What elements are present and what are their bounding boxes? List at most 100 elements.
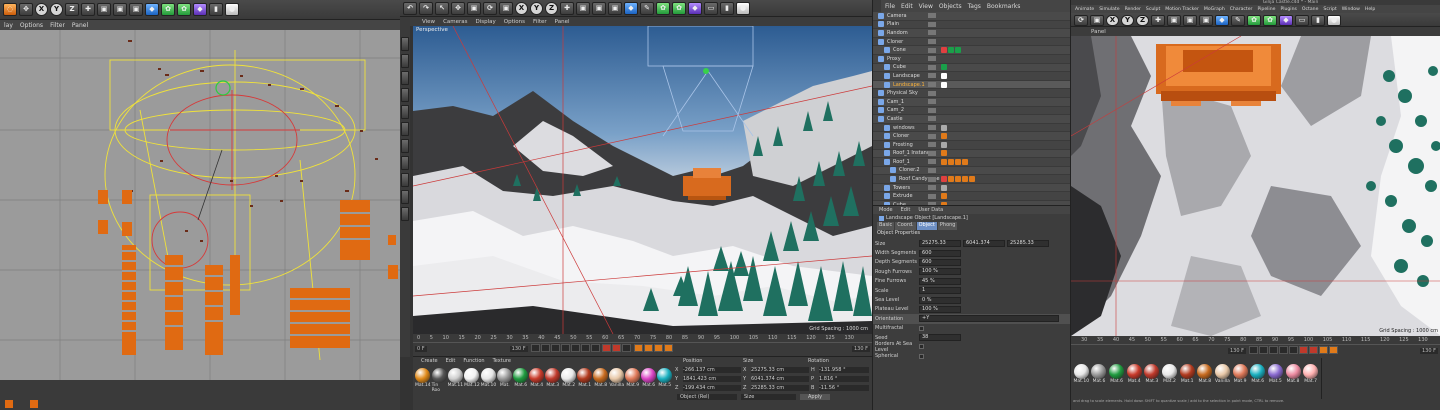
z-axis-button[interactable]: Z <box>1136 14 1149 26</box>
attribute-field[interactable]: 600 <box>919 249 961 257</box>
menu-item[interactable]: MoGraph <box>1204 7 1225 12</box>
z-axis-button[interactable]: Z <box>65 2 79 16</box>
material-tag-icon[interactable] <box>941 133 947 140</box>
material-tag-icon[interactable] <box>941 72 947 79</box>
lock-workplane-icon[interactable] <box>401 207 409 221</box>
material-swatch[interactable]: Mat.2 <box>1161 364 1178 393</box>
attribute-field[interactable]: 45 % <box>919 277 961 285</box>
render-view-icon[interactable]: ▣ <box>576 1 590 15</box>
material-swatch[interactable]: Mat.4 <box>529 368 545 393</box>
visibility-dots-icon[interactable] <box>928 193 936 199</box>
render-settings-icon[interactable]: ▣ <box>129 2 143 16</box>
x-axis-button[interactable]: X <box>1106 14 1119 26</box>
move-tool-icon[interactable]: ✥ <box>19 2 33 16</box>
visibility-dots-icon[interactable] <box>928 142 936 148</box>
attribute-field[interactable]: 100 % <box>919 305 961 313</box>
material-swatch[interactable]: Mat.4 <box>1126 364 1143 393</box>
coord-field[interactable]: -266.137 cm <box>683 366 741 373</box>
coord-apply-button[interactable]: Apply <box>800 394 831 400</box>
key-scale-button[interactable] <box>1329 346 1339 354</box>
attribute-checkbox[interactable] <box>919 344 924 350</box>
visibility-dots-icon[interactable] <box>928 116 936 122</box>
mat-menu-function[interactable]: Function <box>463 358 484 364</box>
attribute-field[interactable]: 0 % <box>919 296 961 304</box>
menu-item[interactable]: Help <box>1365 7 1375 12</box>
menu-item[interactable]: Panel <box>72 22 88 29</box>
material-tag-icon[interactable] <box>948 158 954 165</box>
menu-item[interactable]: Sculpt <box>1146 7 1160 12</box>
deformer-icon[interactable]: ✿ <box>161 2 175 16</box>
prev-key-button[interactable] <box>540 344 550 352</box>
redo-icon[interactable]: ↷ <box>419 1 433 15</box>
menu-item[interactable]: lay <box>4 22 13 29</box>
mat-menu-edit[interactable]: Edit <box>446 358 456 364</box>
coord-mode-select[interactable]: Object (Rel) <box>677 394 737 400</box>
material-tag-icon[interactable] <box>941 158 947 165</box>
attribute-field[interactable]: 6041.374 <box>963 240 1005 248</box>
autokey-button[interactable] <box>1309 346 1319 354</box>
render-settings-icon[interactable]: ▣ <box>608 1 622 15</box>
undo-icon[interactable]: ↶ <box>403 1 417 15</box>
visibility-dots-icon[interactable] <box>928 56 936 62</box>
attribute-field[interactable]: 25285.33 <box>1007 240 1049 248</box>
points-mode-icon[interactable] <box>401 105 409 119</box>
coord-field[interactable]: 1841.423 cm <box>683 375 741 382</box>
right-top-viewport[interactable]: Grid Spacing : 1000 cm <box>1071 36 1440 336</box>
prev-frame-button[interactable] <box>550 344 560 352</box>
visibility-dots-icon[interactable] <box>928 30 936 36</box>
material-tag-icon[interactable] <box>941 141 947 148</box>
material-tag-icon[interactable] <box>941 81 947 88</box>
y-axis-button[interactable]: Y <box>530 1 543 15</box>
material-swatch[interactable]: Mat.6 <box>1108 364 1125 393</box>
object-row[interactable]: Random <box>873 29 1070 38</box>
next-frame-button[interactable] <box>570 344 580 352</box>
scale-icon[interactable]: ▣ <box>467 1 481 15</box>
material-tag-icon[interactable] <box>962 176 968 183</box>
recent-tool-icon[interactable]: ▣ <box>1090 14 1104 26</box>
material-swatch[interactable]: Vanilla <box>1214 364 1231 393</box>
visibility-dots-icon[interactable] <box>928 167 936 173</box>
attribute-checkbox[interactable] <box>919 325 924 331</box>
material-swatch[interactable]: Mat.8 <box>1285 364 1302 393</box>
camera-icon[interactable]: ▮ <box>720 1 734 15</box>
visibility-dots-icon[interactable] <box>928 133 936 139</box>
tab-coord[interactable]: Coord. <box>895 222 916 230</box>
menu-item[interactable]: Octane <box>1302 7 1319 12</box>
object-row[interactable]: Roof_1 <box>873 158 1070 167</box>
subdivision-icon[interactable]: ✿ <box>1247 14 1261 26</box>
camera-icon[interactable]: ▮ <box>209 2 223 16</box>
make-editable-icon[interactable] <box>401 37 409 51</box>
record-button[interactable] <box>1299 346 1309 354</box>
material-tag-icon[interactable] <box>941 184 947 191</box>
material-tag-icon[interactable] <box>941 150 947 157</box>
material-swatch[interactable]: Mat.5 <box>1267 364 1284 393</box>
object-row[interactable]: windows <box>873 123 1070 133</box>
material-swatch[interactable]: Mat.8 <box>593 368 609 393</box>
material-swatch[interactable]: Mat.6 <box>513 368 529 393</box>
spline-icon[interactable]: ◆ <box>193 2 207 16</box>
move-icon[interactable]: ✥ <box>451 1 465 15</box>
om-menu-objects[interactable]: Objects <box>939 3 962 10</box>
object-row[interactable]: Extrude <box>873 192 1070 202</box>
attr-menu-userdata[interactable]: User Data <box>918 207 943 213</box>
cube-icon[interactable]: ◆ <box>145 2 159 16</box>
menu-item[interactable]: Motion Tracker <box>1165 7 1199 12</box>
material-tag-icon[interactable] <box>941 193 947 200</box>
object-row[interactable]: Roof Candycane <box>873 175 1070 184</box>
visibility-dots-icon[interactable] <box>928 21 936 27</box>
tweak-mode-icon[interactable] <box>401 173 409 187</box>
attribute-field[interactable]: +Y <box>919 315 1059 323</box>
key-position-button[interactable] <box>633 344 643 352</box>
object-row[interactable]: Cloner.2 <box>873 166 1070 176</box>
material-swatch[interactable]: Mat.6 <box>1249 364 1266 393</box>
material-tag-icon[interactable] <box>941 124 947 131</box>
object-row[interactable]: Cone <box>873 46 1070 55</box>
render-view-icon[interactable]: ▣ <box>1167 14 1181 26</box>
om-menu-edit[interactable]: Edit <box>901 3 913 10</box>
coord-field[interactable]: 25275.33 cm <box>751 366 809 373</box>
material-swatch[interactable]: Mat.1 <box>577 368 593 393</box>
key-position-button[interactable] <box>1319 346 1329 354</box>
object-row[interactable]: Proxy <box>873 54 1070 64</box>
cube-icon[interactable]: ◆ <box>624 1 638 15</box>
workplane-icon[interactable] <box>401 88 409 102</box>
